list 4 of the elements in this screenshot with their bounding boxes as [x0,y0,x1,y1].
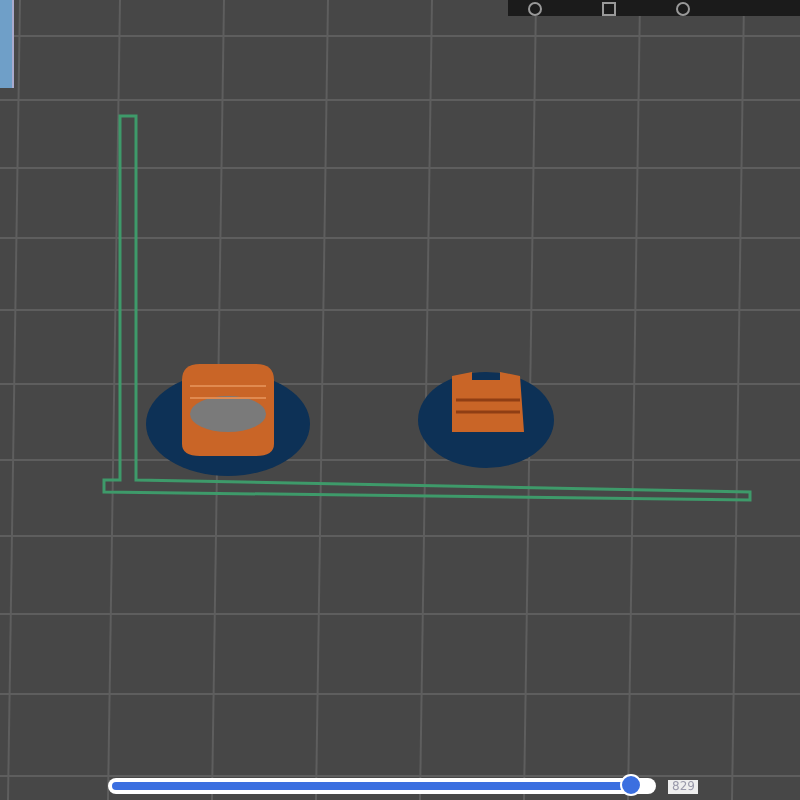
printed-part [418,372,554,468]
square-icon[interactable] [602,1,616,15]
layer-slider[interactable] [108,778,656,794]
side-panel [0,0,14,88]
